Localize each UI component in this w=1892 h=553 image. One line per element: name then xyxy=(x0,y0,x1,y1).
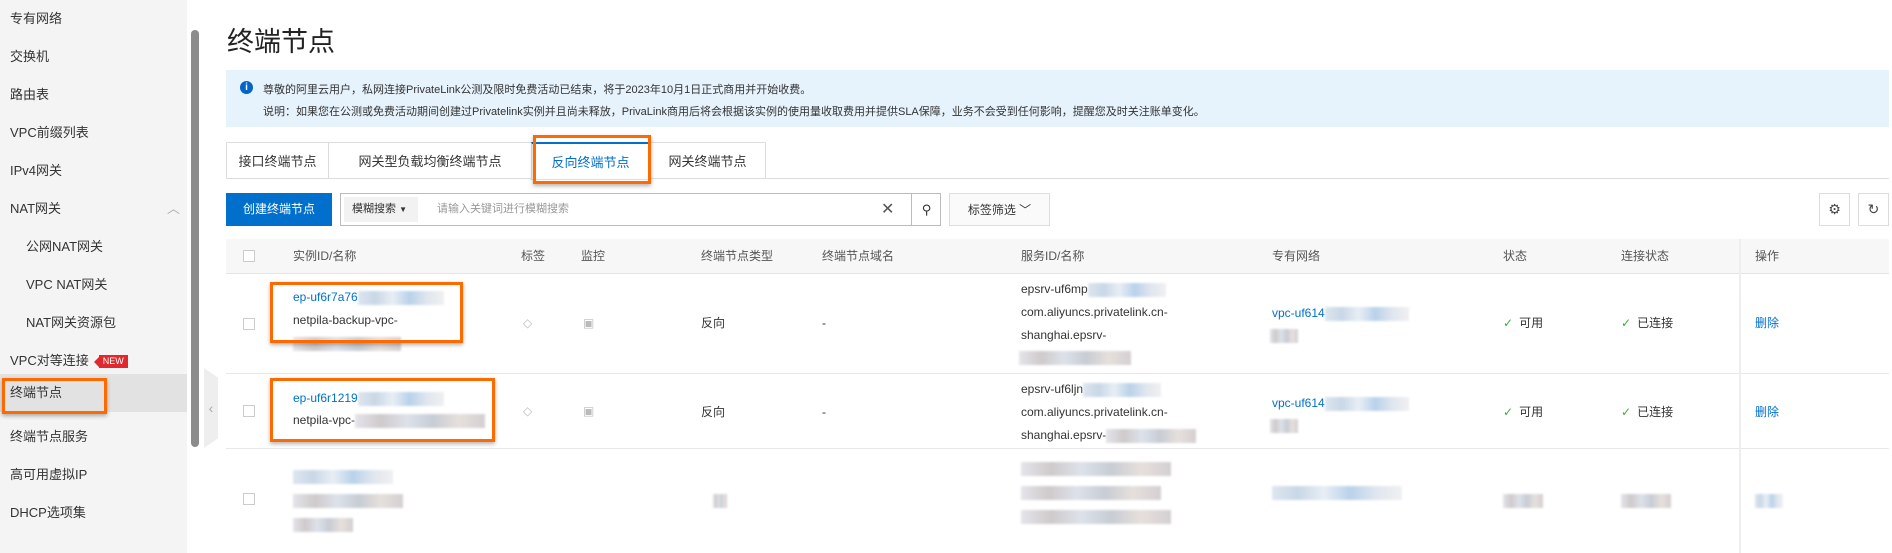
vpc-link[interactable]: vpc-uf614 xyxy=(1272,306,1325,320)
service-name-2: shanghai.epsrv- xyxy=(1021,328,1107,342)
service-id: epsrv-uf6ljn xyxy=(1021,382,1084,396)
endpoint-domain: - xyxy=(822,316,826,330)
create-endpoint-button[interactable]: 创建终端节点 xyxy=(226,193,332,226)
highlight-box xyxy=(270,282,463,343)
highlight-box xyxy=(533,135,651,184)
col-connection: 连接状态 xyxy=(1621,249,1670,263)
connection-status: 已连接 xyxy=(1637,405,1674,419)
notice-line-1: 尊敬的阿里云用户，私网连接PrivateLink公测及限时免费活动已结束，将于2… xyxy=(263,84,812,96)
vpc-link[interactable]: vpc-uf614 xyxy=(1272,396,1325,410)
settings-icon[interactable]: ⚙ xyxy=(1819,193,1850,226)
table-header: 实例ID/名称 标签 监控 终端节点类型 终端节点域名 服务ID/名称 专有网络… xyxy=(226,239,1889,274)
search-input[interactable]: 请输入关键词进行模糊搜索 xyxy=(437,194,569,225)
highlight-box xyxy=(270,378,495,442)
col-instance: 实例ID/名称 xyxy=(293,249,357,263)
chevron-down-icon: ﹀ xyxy=(1019,203,1032,217)
col-service: 服务ID/名称 xyxy=(1021,249,1085,263)
tab-gateway-endpoint[interactable]: 网关终端节点 xyxy=(649,142,766,179)
endpoint-type: 反向 xyxy=(701,316,726,330)
sidebar-item-public-nat[interactable]: 公网NAT网关 xyxy=(26,228,203,266)
sidebar-item-vswitch[interactable]: 交换机 xyxy=(10,38,187,76)
endpoint-domain: - xyxy=(822,405,826,419)
check-icon: ✓ xyxy=(1503,405,1514,419)
row-checkbox[interactable] xyxy=(243,493,255,505)
service-id: epsrv-uf6mp xyxy=(1021,282,1088,296)
collapse-sidebar-icon[interactable]: ‹ xyxy=(204,368,218,448)
actions-column-divider xyxy=(1739,239,1741,553)
col-type: 终端节点类型 xyxy=(701,249,774,263)
service-name-1: com.aliyuncs.privatelink.cn- xyxy=(1021,405,1168,419)
search-group: 模糊搜索 ▼ 请输入关键词进行模糊搜索 ✕ ⚲ xyxy=(340,193,941,226)
sidebar-item-prefix-list[interactable]: VPC前缀列表 xyxy=(10,114,187,152)
nat-label: NAT网关 xyxy=(10,201,62,216)
refresh-icon[interactable]: ↻ xyxy=(1858,193,1889,226)
sidebar-item-havip[interactable]: 高可用虚拟IP xyxy=(10,456,187,494)
tab-gwlb-endpoint[interactable]: 网关型负载均衡终端节点 xyxy=(328,142,531,179)
sidebar-item-ipv4-gateway[interactable]: IPv4网关 xyxy=(10,152,187,190)
status: 可用 xyxy=(1519,405,1544,419)
check-icon: ✓ xyxy=(1621,405,1632,419)
status: 可用 xyxy=(1519,316,1544,330)
tab-interface-endpoint[interactable]: 接口终端节点 xyxy=(226,142,328,179)
monitor-icon[interactable]: ▣ xyxy=(583,316,594,330)
sidebar-scrollbar[interactable] xyxy=(191,30,199,447)
col-status: 状态 xyxy=(1503,249,1528,263)
notice-banner: i 尊敬的阿里云用户，私网连接PrivateLink公测及限时免费活动已结束，将… xyxy=(226,70,1889,127)
service-name-1: com.aliyuncs.privatelink.cn- xyxy=(1021,305,1168,319)
sidebar-item-nat-gateway[interactable]: NAT网关 ︿ xyxy=(10,190,187,228)
sidebar-item-endpoint-service[interactable]: 终端节点服务 xyxy=(10,418,187,456)
connection-status: 已连接 xyxy=(1637,316,1674,330)
notice-line-2: 说明：如果您在公测或免费活动期间创建过Privatelink实例并且尚未释放，P… xyxy=(263,106,1205,118)
col-tags: 标签 xyxy=(521,249,546,263)
row-checkbox[interactable] xyxy=(243,318,255,330)
page-title: 终端节点 xyxy=(227,27,335,57)
row-checkbox[interactable] xyxy=(243,405,255,417)
tag-filter-button[interactable]: 标签筛选 ﹀ xyxy=(949,193,1050,226)
sidebar-item-nat-package[interactable]: NAT网关资源包 xyxy=(26,304,203,342)
select-all-checkbox[interactable] xyxy=(243,250,255,262)
monitor-icon[interactable]: ▣ xyxy=(583,404,594,418)
sidebar-item-vpc-nat[interactable]: VPC NAT网关 xyxy=(26,266,203,304)
tag-filter-label: 标签筛选 xyxy=(967,203,1016,217)
service-name-2: shanghai.epsrv- xyxy=(1021,428,1107,442)
check-icon: ✓ xyxy=(1621,316,1632,330)
search-mode-label: 模糊搜索 xyxy=(352,203,396,215)
sidebar-item-route-table[interactable]: 路由表 xyxy=(10,76,187,114)
col-monitor: 监控 xyxy=(581,249,606,263)
search-mode-select[interactable]: 模糊搜索 ▼ xyxy=(344,197,418,222)
new-badge: NEW xyxy=(93,355,128,369)
sidebar: 专有网络 交换机 路由表 VPC前缀列表 IPv4网关 NAT网关 ︿ 公网NAT… xyxy=(0,0,187,553)
table-row: ep-uf6r7a76 netpila-backup-vpc- ◇ ▣ 反向 -… xyxy=(226,274,1889,374)
tag-icon[interactable]: ◇ xyxy=(523,404,532,418)
delete-link[interactable]: 删除 xyxy=(1755,401,1779,424)
sidebar-item-vpc[interactable]: 专有网络 xyxy=(10,0,187,38)
highlight-box xyxy=(2,378,107,414)
delete-link[interactable]: 删除 xyxy=(1755,312,1779,335)
peering-label: VPC对等连接 xyxy=(10,353,89,368)
sidebar-item-dhcp[interactable]: DHCP选项集 xyxy=(10,494,187,532)
col-domain: 终端节点域名 xyxy=(822,249,895,263)
info-icon: i xyxy=(240,81,253,94)
col-actions: 操作 xyxy=(1755,249,1780,263)
caret-down-icon: ▼ xyxy=(399,205,407,214)
search-icon[interactable]: ⚲ xyxy=(911,194,941,225)
col-vpc: 专有网络 xyxy=(1272,249,1321,263)
check-icon: ✓ xyxy=(1503,316,1514,330)
tag-icon[interactable]: ◇ xyxy=(523,316,532,330)
endpoint-type: 反向 xyxy=(701,405,726,419)
chevron-up-icon[interactable]: ︿ xyxy=(167,190,180,228)
clear-icon[interactable]: ✕ xyxy=(881,194,894,225)
table-row-redacted xyxy=(226,449,1889,553)
